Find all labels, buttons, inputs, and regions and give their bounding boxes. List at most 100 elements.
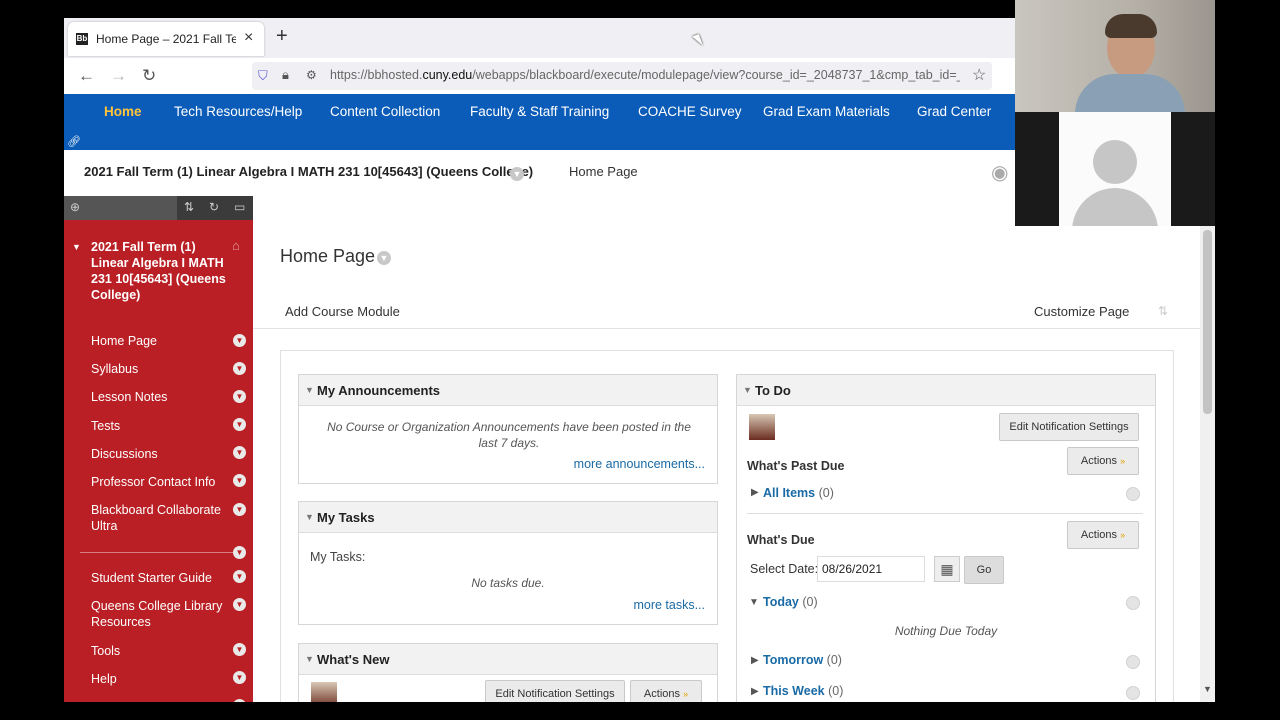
sidebar-item-tools[interactable]: Tools: [91, 643, 226, 659]
chevron-down-icon[interactable]: ▼: [233, 503, 246, 516]
favicon: Bb: [76, 33, 88, 45]
more-tasks-link[interactable]: more tasks...: [633, 598, 705, 612]
forward-icon[interactable]: →: [110, 66, 127, 86]
collapse-triangle-icon[interactable]: ▼: [305, 512, 314, 522]
topnav-grad-exam[interactable]: Grad Exam Materials: [763, 104, 890, 119]
link-icon[interactable]: 🔗︎: [67, 135, 81, 148]
sidebar-item-discussions[interactable]: Discussions: [91, 446, 226, 462]
course-menu-sidebar: ⊕ ⇅ ↻ ▭ ▼ 2021 Fall Term (1) Linear Alge…: [64, 196, 253, 702]
shield-icon[interactable]: ⛉: [258, 68, 268, 84]
expand-triangle-icon[interactable]: ▶: [751, 686, 759, 697]
scrollbar-thumb[interactable]: [1203, 230, 1212, 414]
add-menu-item-icon[interactable]: ⊕: [70, 200, 80, 214]
reorder-icon[interactable]: ⇅: [1158, 304, 1168, 318]
collapse-triangle-icon[interactable]: ▼: [305, 654, 314, 664]
sidebar-item-student-starter-guide[interactable]: Student Starter Guide: [91, 570, 226, 586]
calendar-icon[interactable]: ▦: [934, 556, 960, 582]
sidebar-item-home-page[interactable]: Home Page: [91, 333, 226, 349]
collapse-triangle-icon[interactable]: ▼: [743, 385, 752, 395]
sidebar-item-help[interactable]: Help: [91, 671, 226, 687]
expand-triangle-icon[interactable]: ▶: [751, 487, 759, 498]
topnav-content-collection[interactable]: Content Collection: [330, 104, 440, 119]
permissions-icon[interactable]: ⚙: [306, 68, 317, 82]
sidebar-item-tests[interactable]: Tests: [91, 418, 226, 434]
chevron-down-icon[interactable]: ▼: [233, 699, 246, 702]
date-input[interactable]: [817, 556, 925, 582]
breadcrumb-page[interactable]: Home Page: [569, 164, 638, 179]
back-icon[interactable]: ←: [78, 66, 95, 86]
edit-notification-settings-button[interactable]: Edit Notification Settings: [485, 680, 625, 702]
url-bar[interactable]: ⛉ 🔒︎ ⚙ https://bbhosted.cuny.edu/webapps…: [252, 62, 992, 90]
browser-tab[interactable]: Bb Home Page – 2021 Fall Term (1) ×: [68, 22, 264, 56]
refresh-icon[interactable]: ↻: [209, 200, 219, 214]
past-due-heading: What's Past Due: [747, 459, 845, 473]
chevron-down-icon[interactable]: ▼: [233, 570, 246, 583]
folder-icon[interactable]: ▭: [234, 200, 245, 214]
chevron-down-icon[interactable]: ▼: [233, 546, 246, 559]
chevron-down-icon[interactable]: [1126, 487, 1140, 501]
course-menu-chevron-icon[interactable]: ▼: [510, 165, 524, 181]
webcam-video-presenter: [1015, 0, 1215, 114]
topnav-faculty-training[interactable]: Faculty & Staff Training: [470, 104, 609, 119]
collapse-triangle-icon[interactable]: ▼: [305, 385, 314, 395]
url-text[interactable]: https://bbhosted.cuny.edu/webapps/blackb…: [330, 68, 960, 82]
all-items-link[interactable]: All Items (0): [763, 486, 834, 500]
chevron-down-icon[interactable]: [1126, 596, 1140, 610]
sidebar-item-syllabus[interactable]: Syllabus: [91, 361, 226, 377]
tasks-label: My Tasks:: [310, 550, 366, 564]
scroll-down-icon[interactable]: ▼: [1203, 684, 1212, 694]
today-link[interactable]: Today (0): [763, 595, 818, 609]
topnav-home[interactable]: Home: [104, 104, 142, 119]
collapse-triangle-icon[interactable]: ▼: [72, 242, 81, 252]
sidebar-item-professor-contact[interactable]: Professor Contact Info: [91, 474, 226, 490]
page-title: Home Page: [280, 246, 376, 266]
sidebar-item-collaborate-ultra[interactable]: Blackboard Collaborate Ultra: [91, 502, 226, 534]
chevron-down-icon[interactable]: ▼: [233, 390, 246, 403]
whats-new-module: ▼ What's New Edit Notification Settings …: [298, 643, 718, 702]
customize-page-button[interactable]: Customize Page: [1034, 304, 1129, 319]
expand-triangle-icon[interactable]: ▶: [751, 655, 759, 666]
collapse-triangle-icon[interactable]: ▼: [749, 597, 759, 608]
chevron-down-icon[interactable]: ▼: [233, 418, 246, 431]
page-menu-chevron-icon[interactable]: ▼: [377, 249, 391, 265]
actions-button[interactable]: Actions »: [630, 680, 702, 702]
actions-button[interactable]: Actions »: [1067, 521, 1139, 549]
this-week-link[interactable]: This Week (0): [763, 684, 843, 698]
chevron-down-icon[interactable]: ▼: [233, 362, 246, 375]
page-scrollbar[interactable]: ▼: [1200, 226, 1215, 702]
sidebar-course-name[interactable]: 2021 Fall Term (1) Linear Algebra I MATH…: [91, 239, 236, 303]
lock-icon[interactable]: 🔒︎: [282, 67, 289, 83]
chevron-down-icon[interactable]: ▼: [233, 643, 246, 656]
sidebar-item-lesson-notes[interactable]: Lesson Notes: [91, 389, 226, 405]
reorder-icon[interactable]: ⇅: [184, 200, 194, 214]
close-tab-icon[interactable]: ×: [244, 29, 253, 47]
home-icon[interactable]: ⌂: [232, 238, 240, 253]
chevron-down-icon[interactable]: ▼: [233, 671, 246, 684]
chevron-down-icon[interactable]: [1126, 686, 1140, 700]
chevron-down-icon[interactable]: ▼: [233, 334, 246, 347]
new-tab-icon[interactable]: +: [276, 25, 288, 48]
edit-notification-settings-button[interactable]: Edit Notification Settings: [999, 413, 1139, 441]
bookmark-star-icon[interactable]: ☆: [972, 65, 986, 85]
chevron-down-icon[interactable]: ▼: [233, 446, 246, 459]
module-title: What's New: [317, 652, 390, 667]
chevron-down-icon[interactable]: [1126, 655, 1140, 669]
module-title: To Do: [755, 383, 791, 398]
topnav-grad-center[interactable]: Grad Center: [917, 104, 991, 119]
sidebar-divider: [80, 552, 240, 553]
go-button[interactable]: Go: [964, 556, 1004, 584]
topnav-coache-survey[interactable]: COACHE Survey: [638, 104, 742, 119]
chevron-down-icon[interactable]: ▼: [233, 598, 246, 611]
actions-button[interactable]: Actions »: [1067, 447, 1139, 475]
tab-title: Home Page – 2021 Fall Term (1): [96, 32, 236, 46]
topnav-tech-resources[interactable]: Tech Resources/Help: [174, 104, 302, 119]
course-title[interactable]: 2021 Fall Term (1) Linear Algebra I MATH…: [84, 164, 533, 179]
reload-icon[interactable]: ↻: [142, 66, 156, 86]
avatar-body-icon: [1072, 188, 1158, 226]
more-announcements-link[interactable]: more announcements...: [574, 457, 705, 471]
student-preview-icon[interactable]: ◉: [991, 160, 1008, 185]
add-course-module-button[interactable]: Add Course Module: [285, 304, 400, 319]
chevron-down-icon[interactable]: ▼: [233, 474, 246, 487]
sidebar-item-library-resources[interactable]: Queens College Library Resources: [91, 598, 226, 630]
tomorrow-link[interactable]: Tomorrow (0): [763, 653, 842, 667]
